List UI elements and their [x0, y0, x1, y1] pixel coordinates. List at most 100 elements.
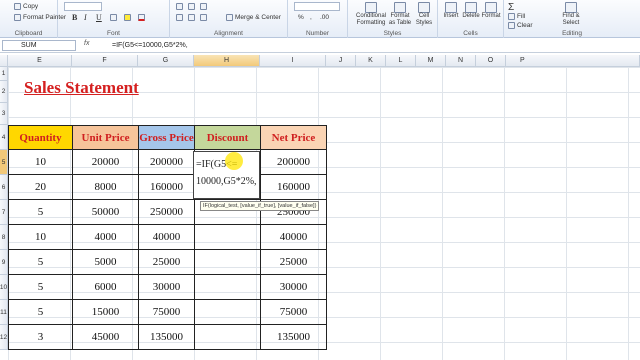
align-right-button[interactable]: [200, 14, 207, 21]
net-price-cell[interactable]: 40000: [260, 224, 327, 250]
align-middle-button[interactable]: [188, 3, 195, 10]
gross-price-cell[interactable]: 250000: [138, 199, 195, 225]
italic-button[interactable]: I: [84, 13, 87, 22]
clear-button[interactable]: Clear: [508, 22, 533, 29]
unit-price-cell[interactable]: 5000: [72, 249, 139, 275]
fill-color-button[interactable]: [124, 14, 131, 21]
row-header[interactable]: 4: [0, 125, 8, 150]
discount-cell[interactable]: [194, 324, 261, 350]
net-price-cell[interactable]: 160000: [260, 174, 327, 200]
insert-icon: [445, 2, 457, 13]
quantity-cell[interactable]: 5: [8, 274, 73, 300]
column-header[interactable]: O: [476, 55, 506, 67]
column-header[interactable]: L: [386, 55, 416, 67]
fill-button[interactable]: Fill: [508, 13, 525, 20]
borders-button[interactable]: [110, 14, 117, 21]
align-bottom-button[interactable]: [200, 3, 207, 10]
alignment-group: Merge & Center Alignment: [170, 0, 288, 38]
insert-button[interactable]: Insert: [442, 2, 460, 20]
conditional-formatting-button[interactable]: Conditional Formatting: [356, 2, 386, 27]
discount-cell[interactable]: [194, 224, 261, 250]
discount-cell[interactable]: [194, 299, 261, 325]
font-color-button[interactable]: [138, 14, 145, 21]
align-center-button[interactable]: [188, 14, 195, 21]
net-price-cell[interactable]: 30000: [260, 274, 327, 300]
unit-price-cell[interactable]: 4000: [72, 224, 139, 250]
gross-price-cell[interactable]: 30000: [138, 274, 195, 300]
align-top-button[interactable]: [176, 3, 183, 10]
row-header[interactable]: 1: [0, 67, 8, 81]
unit-price-header[interactable]: Unit Price: [72, 125, 139, 150]
column-header[interactable]: M: [416, 55, 446, 67]
gross-price-header[interactable]: Gross Price: [138, 125, 195, 150]
select-all-corner[interactable]: [0, 55, 8, 67]
unit-price-cell[interactable]: 45000: [72, 324, 139, 350]
column-header[interactable]: P: [506, 55, 640, 67]
discount-cell[interactable]: [194, 249, 261, 275]
copy-button[interactable]: Copy: [14, 3, 38, 10]
unit-price-cell[interactable]: 15000: [72, 299, 139, 325]
row-header[interactable]: 11: [0, 300, 8, 325]
decimal-button[interactable]: .00: [320, 14, 329, 21]
net-price-cell[interactable]: 25000: [260, 249, 327, 275]
column-header[interactable]: N: [446, 55, 476, 67]
net-price-cell[interactable]: 200000: [260, 149, 327, 175]
column-header-active[interactable]: H: [194, 55, 260, 67]
quantity-cell[interactable]: 10: [8, 149, 73, 175]
column-header[interactable]: E: [8, 55, 72, 67]
unit-price-cell[interactable]: 8000: [72, 174, 139, 200]
net-price-header[interactable]: Net Price: [260, 125, 327, 150]
quantity-cell[interactable]: 3: [8, 324, 73, 350]
formula-input[interactable]: =IF(G5<=10000,G5*2%,: [112, 40, 188, 51]
row-header[interactable]: 10: [0, 275, 8, 300]
quantity-cell[interactable]: 10: [8, 224, 73, 250]
gross-price-cell[interactable]: 25000: [138, 249, 195, 275]
row-header[interactable]: 3: [0, 103, 8, 125]
column-header[interactable]: F: [72, 55, 138, 67]
row-header[interactable]: 7: [0, 200, 8, 225]
discount-cell[interactable]: [194, 274, 261, 300]
row-header[interactable]: 8: [0, 225, 8, 250]
font-name-dropdown[interactable]: [64, 2, 102, 11]
comma-button[interactable]: ,: [310, 14, 312, 21]
column-header[interactable]: G: [138, 55, 194, 67]
align-left-button[interactable]: [176, 14, 183, 21]
quantity-cell[interactable]: 20: [8, 174, 73, 200]
unit-price-cell[interactable]: 20000: [72, 149, 139, 175]
quantity-cell[interactable]: 5: [8, 199, 73, 225]
net-price-cell[interactable]: 135000: [260, 324, 327, 350]
gross-price-cell[interactable]: 200000: [138, 149, 195, 175]
net-price-cell[interactable]: 75000: [260, 299, 327, 325]
delete-button[interactable]: Delete: [462, 2, 480, 20]
find-select-button[interactable]: Find & Select: [560, 2, 582, 27]
gross-price-cell[interactable]: 135000: [138, 324, 195, 350]
column-header[interactable]: I: [260, 55, 326, 67]
gross-price-cell[interactable]: 160000: [138, 174, 195, 200]
quantity-cell[interactable]: 5: [8, 249, 73, 275]
row-header[interactable]: 12: [0, 325, 8, 350]
column-header[interactable]: K: [356, 55, 386, 67]
gross-price-cell[interactable]: 40000: [138, 224, 195, 250]
unit-price-cell[interactable]: 50000: [72, 199, 139, 225]
row-header[interactable]: 6: [0, 175, 8, 200]
gross-price-cell[interactable]: 75000: [138, 299, 195, 325]
row-header-active[interactable]: 5: [0, 150, 8, 175]
fx-icon[interactable]: fx: [84, 40, 89, 47]
row-header[interactable]: 9: [0, 250, 8, 275]
format-button[interactable]: Format: [482, 2, 501, 20]
name-box[interactable]: SUM: [2, 40, 76, 51]
quantity-header[interactable]: Quantity: [8, 125, 73, 150]
unit-price-cell[interactable]: 6000: [72, 274, 139, 300]
cell-styles-button[interactable]: Cell Styles: [414, 2, 434, 27]
bold-button[interactable]: B: [72, 13, 77, 22]
column-header[interactable]: J: [326, 55, 356, 67]
format-as-table-button[interactable]: Format as Table: [388, 2, 412, 27]
quantity-cell[interactable]: 5: [8, 299, 73, 325]
number-format-dropdown[interactable]: [294, 2, 340, 11]
discount-header[interactable]: Discount: [194, 125, 261, 150]
autosum-button[interactable]: Σ: [508, 2, 514, 13]
merge-center-button[interactable]: Merge & Center: [226, 14, 281, 21]
row-header[interactable]: 2: [0, 81, 8, 103]
underline-button[interactable]: U: [96, 13, 102, 22]
percent-button[interactable]: %: [298, 14, 304, 21]
